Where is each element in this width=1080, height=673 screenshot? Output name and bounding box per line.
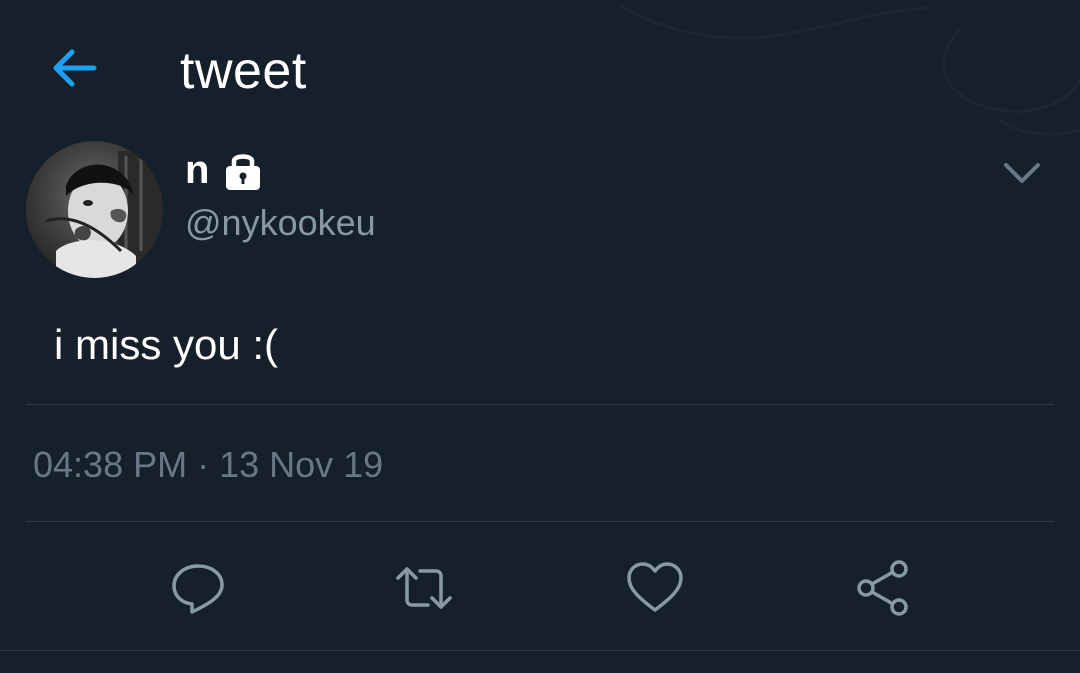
- share-icon: [857, 560, 908, 616]
- heart-icon: [627, 562, 683, 612]
- retweet-button[interactable]: [394, 558, 454, 618]
- lock-icon: [226, 154, 261, 190]
- retweet-icon: [396, 567, 452, 609]
- chevron-down-icon: [1004, 163, 1040, 183]
- like-button[interactable]: [625, 558, 685, 618]
- reply-icon: [172, 564, 224, 614]
- back-arrow-icon: [53, 49, 97, 87]
- user-display-name[interactable]: n: [185, 146, 209, 194]
- top-bar: tweet: [0, 0, 1080, 140]
- avatar-image: [26, 141, 163, 278]
- user-name-row: n: [185, 146, 263, 194]
- user-handle[interactable]: @nykookeu: [185, 200, 376, 246]
- tweet-menu-button[interactable]: [1000, 155, 1044, 191]
- page-title: tweet: [180, 42, 307, 100]
- tweet-detail-screen: tweet n @nykookeu i miss you:(04:38 PM…: [0, 0, 1080, 673]
- divider: [26, 404, 1054, 405]
- reply-button[interactable]: [168, 558, 228, 618]
- bottom-divider: [0, 650, 1080, 651]
- divider: [26, 521, 1054, 522]
- tweet-text: i miss you :(: [54, 321, 279, 368]
- share-button[interactable]: [853, 558, 913, 618]
- tweet-timestamp[interactable]: 04:38 PM · 13 Nov 19: [33, 442, 383, 488]
- back-button[interactable]: [48, 46, 102, 90]
- avatar[interactable]: [26, 141, 163, 278]
